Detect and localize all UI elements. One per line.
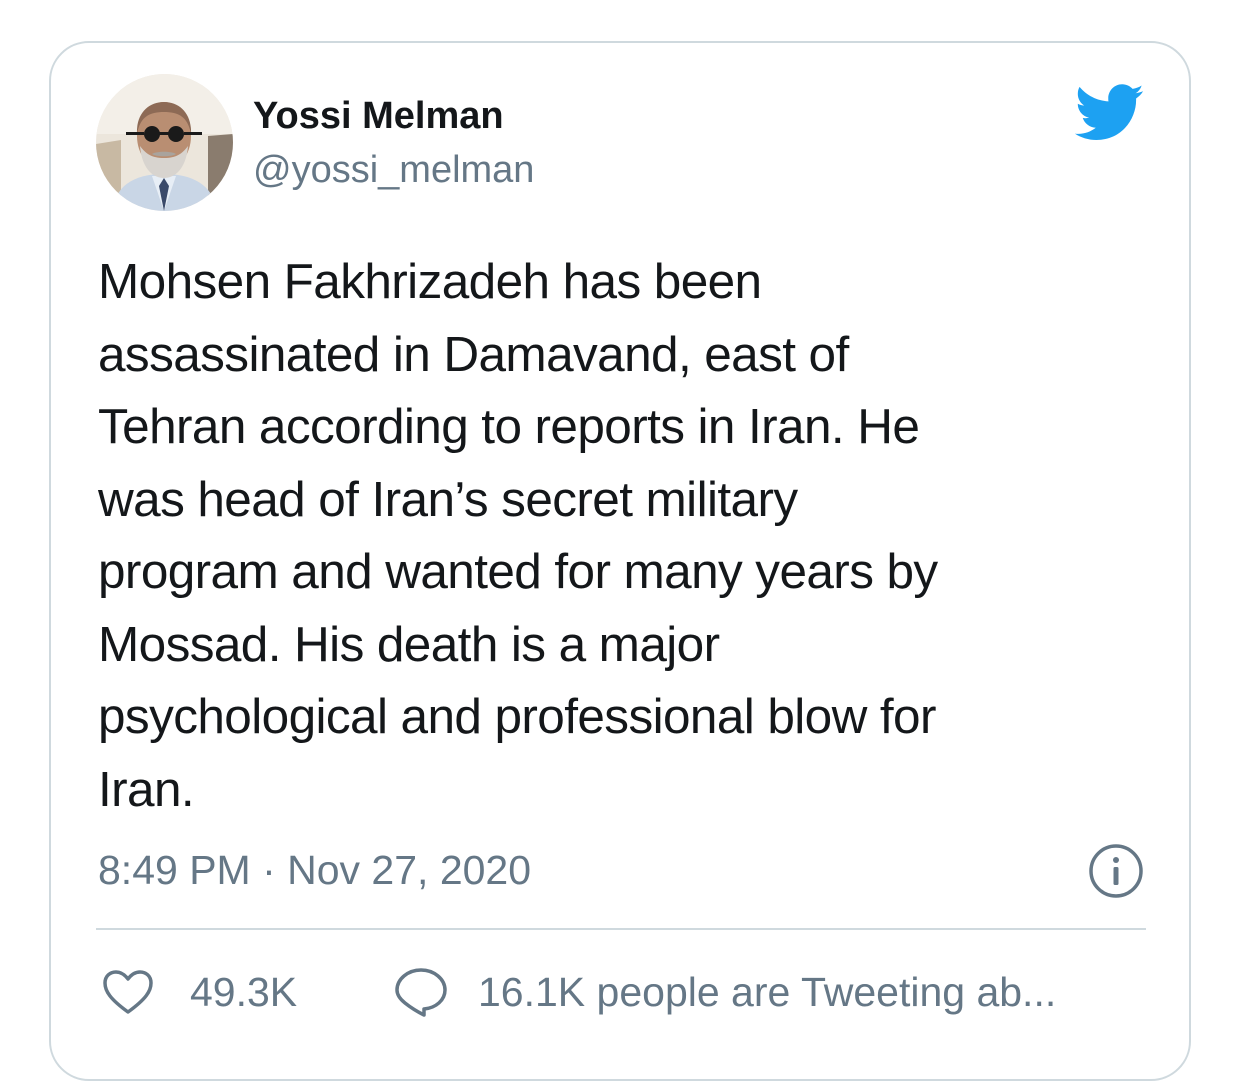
- like-count: 49.3K: [190, 969, 298, 1015]
- divider: [96, 928, 1146, 930]
- info-icon[interactable]: [1088, 843, 1144, 899]
- discussion-button[interactable]: 16.1K people are Tweeting ab...: [394, 962, 1056, 1022]
- author-name[interactable]: Yossi Melman: [253, 92, 504, 140]
- tweet-text-line: was head of Iran’s secret military: [98, 471, 798, 527]
- avatar-photo: [96, 74, 233, 211]
- twitter-bird-icon[interactable]: [1074, 84, 1146, 142]
- tweet-text-line: assassinated in Damavand, east of: [98, 326, 849, 382]
- speech-bubble-icon: [395, 968, 447, 1017]
- tweet-text-line: Iran.: [98, 761, 195, 817]
- author-handle[interactable]: @yossi_melman: [253, 146, 534, 194]
- heart-icon: [103, 970, 153, 1014]
- tweet-text-line: Mohsen Fakhrizadeh has been: [98, 254, 762, 309]
- tweet-text-line: program and wanted for many years by: [98, 544, 938, 599]
- tweet-text: Mohsen Fakhrizadeh has been assassinated…: [98, 246, 1158, 826]
- tweet-text-line: Mossad. His death is a major: [98, 616, 720, 672]
- like-button[interactable]: 49.3K: [102, 962, 297, 1022]
- tweet-timestamp[interactable]: 8:49 PM · Nov 27, 2020: [98, 840, 531, 900]
- tweet-text-line: Tehran according to reports in Iran. He: [98, 399, 920, 454]
- avatar[interactable]: [96, 74, 233, 211]
- tweet-text-line: psychological and professional blow for: [98, 689, 936, 744]
- discussion-label: 16.1K people are Tweeting ab...: [478, 969, 1057, 1015]
